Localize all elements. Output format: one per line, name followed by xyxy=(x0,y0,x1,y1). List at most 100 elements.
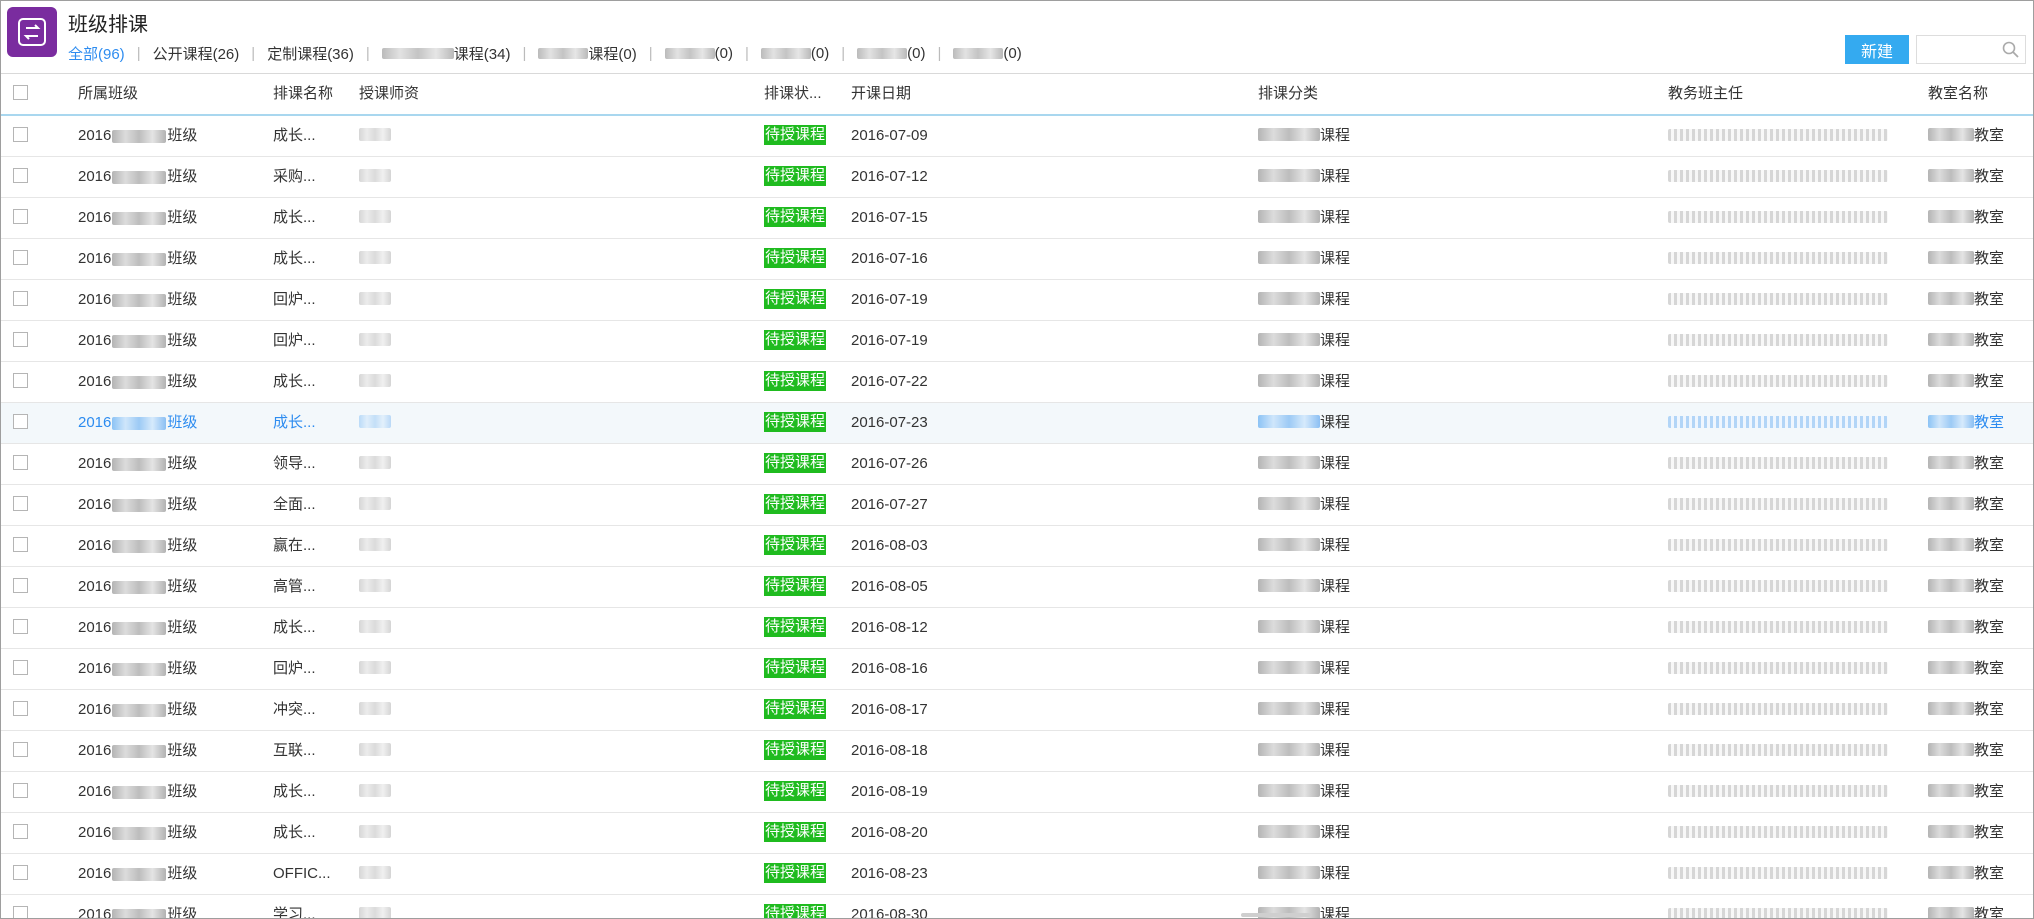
row-checkbox[interactable] xyxy=(13,660,28,676)
filter-tab-6[interactable]: (0) xyxy=(760,45,829,62)
row-checkbox[interactable] xyxy=(13,783,28,799)
course-name-cell[interactable]: OFFIC... xyxy=(273,854,353,894)
room-suffix: 教室 xyxy=(1974,332,2005,349)
course-name-cell[interactable]: 成长... xyxy=(273,403,353,443)
row-checkbox[interactable] xyxy=(13,168,28,184)
table-row[interactable]: 2016 班级 成长... 待授课程 2016-07-15 课程 教室 xyxy=(1,198,2033,239)
row-checkbox[interactable] xyxy=(13,701,28,717)
masked-head-teacher xyxy=(1668,866,1888,879)
table-row[interactable]: 2016 班级 赢在... 待授课程 2016-08-03 课程 教室 xyxy=(1,526,2033,567)
head-teacher-cell xyxy=(1668,485,1888,525)
filter-tab-5[interactable]: (0) xyxy=(664,45,733,62)
table-row[interactable]: 2016 班级 回炉... 待授课程 2016-08-16 课程 教室 xyxy=(1,649,2033,690)
row-checkbox[interactable] xyxy=(13,496,28,512)
horizontal-scrollbar-thumb[interactable] xyxy=(1241,913,1311,917)
status-cell: 待授课程 xyxy=(764,116,844,156)
column-header-head-teacher[interactable]: 教务班主任 xyxy=(1668,74,1888,114)
table-row[interactable]: 2016 班级 成长... 待授课程 2016-08-12 课程 教室 xyxy=(1,608,2033,649)
table-row[interactable]: 2016 班级 冲突... 待授课程 2016-08-17 课程 教室 xyxy=(1,690,2033,731)
row-checkbox[interactable] xyxy=(13,332,28,348)
column-header-name[interactable]: 排课名称 xyxy=(273,74,353,114)
category-suffix: 课程 xyxy=(1320,332,1351,349)
filter-tab-1[interactable]: 公开课程(26) xyxy=(153,43,240,64)
table-row[interactable]: 2016 班级 成长... 待授课程 2016-07-09 课程 教室 xyxy=(1,116,2033,157)
row-checkbox[interactable] xyxy=(13,906,28,918)
masked-head-teacher xyxy=(1668,702,1888,715)
select-all-checkbox[interactable] xyxy=(13,85,28,101)
course-name-cell[interactable]: 互联... xyxy=(273,731,353,771)
row-checkbox[interactable] xyxy=(13,455,28,471)
table-row[interactable]: 2016 班级 回炉... 待授课程 2016-07-19 课程 教室 xyxy=(1,321,2033,362)
table-row[interactable]: 2016 班级 高管... 待授课程 2016-08-05 课程 教室 xyxy=(1,567,2033,608)
table-row[interactable]: 2016 班级 成长... 待授课程 2016-08-20 课程 教室 xyxy=(1,813,2033,854)
new-button[interactable]: 新建 xyxy=(1845,35,1909,64)
course-name-cell[interactable]: 高管... xyxy=(273,567,353,607)
filter-tab-7[interactable]: (0) xyxy=(857,45,925,62)
row-checkbox[interactable] xyxy=(13,824,28,840)
masked-class-name xyxy=(112,334,167,348)
masked-head-teacher xyxy=(1668,292,1888,305)
table-row[interactable]: 2016 班级 成长... 待授课程 2016-08-19 课程 教室 xyxy=(1,772,2033,813)
column-header-class[interactable]: 所属班级 xyxy=(78,74,268,114)
row-checkbox[interactable] xyxy=(13,414,28,430)
course-name-cell[interactable]: 冲突... xyxy=(273,690,353,730)
search-input[interactable] xyxy=(1917,36,2007,61)
filter-tab-0[interactable]: 全部(96) xyxy=(68,43,125,64)
row-checkbox[interactable] xyxy=(13,373,28,389)
row-checkbox[interactable] xyxy=(13,127,28,143)
row-checkbox[interactable] xyxy=(13,537,28,553)
table-row[interactable]: 2016 班级 学习... 待授课程 2016-08-30 课程 教室 xyxy=(1,895,2033,918)
course-name-cell[interactable]: 成长... xyxy=(273,608,353,648)
course-name-cell[interactable]: 成长... xyxy=(273,116,353,156)
class-prefix: 2016 xyxy=(78,578,112,595)
row-checkbox[interactable] xyxy=(13,209,28,225)
course-name-cell[interactable]: 赢在... xyxy=(273,526,353,566)
row-select-cell xyxy=(13,198,35,238)
class-prefix: 2016 xyxy=(78,619,112,636)
row-checkbox[interactable] xyxy=(13,619,28,635)
table-row[interactable]: 2016 班级 成长... 待授课程 2016-07-23 课程 教室 xyxy=(1,403,2033,444)
course-name-cell[interactable]: 回炉... xyxy=(273,280,353,320)
table-row[interactable]: 2016 班级 互联... 待授课程 2016-08-18 课程 教室 xyxy=(1,731,2033,772)
course-name-cell[interactable]: 成长... xyxy=(273,239,353,279)
filter-tab-3[interactable]: 课程(34) xyxy=(381,43,510,64)
filter-tab-8[interactable]: (0) xyxy=(953,45,1022,62)
row-checkbox[interactable] xyxy=(13,865,28,881)
course-name-cell[interactable]: 回炉... xyxy=(273,649,353,689)
course-name-cell[interactable]: 成长... xyxy=(273,362,353,402)
course-name-cell[interactable]: 成长... xyxy=(273,813,353,853)
column-header-status[interactable]: 排课状... xyxy=(764,74,844,114)
status-badge: 待授课程 xyxy=(764,862,827,883)
row-checkbox[interactable] xyxy=(13,250,28,266)
table-row[interactable]: 2016 班级 成长... 待授课程 2016-07-16 课程 教室 xyxy=(1,239,2033,280)
column-header-category[interactable]: 排课分类 xyxy=(1258,74,1458,114)
table-row[interactable]: 2016 班级 全面... 待授课程 2016-07-27 课程 教室 xyxy=(1,485,2033,526)
filter-tab-2[interactable]: 定制课程(36) xyxy=(267,43,354,64)
filter-tab-4[interactable]: 课程(0) xyxy=(538,43,637,64)
row-checkbox[interactable] xyxy=(13,578,28,594)
masked-class-name xyxy=(112,826,167,840)
course-name-cell[interactable]: 全面... xyxy=(273,485,353,525)
class-cell: 2016 班级 xyxy=(78,116,268,156)
table-row[interactable]: 2016 班级 领导... 待授课程 2016-07-26 课程 教室 xyxy=(1,444,2033,485)
course-name-cell[interactable]: 成长... xyxy=(273,198,353,238)
status-cell: 待授课程 xyxy=(764,895,844,918)
column-header-room[interactable]: 教室名称 xyxy=(1928,74,2028,114)
table-row[interactable]: 2016 班级 采购... 待授课程 2016-07-12 课程 教室 xyxy=(1,157,2033,198)
row-checkbox[interactable] xyxy=(13,742,28,758)
column-header-date[interactable]: 开课日期 xyxy=(851,74,1051,114)
table-row[interactable]: 2016 班级 OFFIC... 待授课程 2016-08-23 课程 教室 xyxy=(1,854,2033,895)
course-name-cell[interactable]: 领导... xyxy=(273,444,353,484)
course-name-cell[interactable]: 回炉... xyxy=(273,321,353,361)
table-row[interactable]: 2016 班级 成长... 待授课程 2016-07-22 课程 教室 xyxy=(1,362,2033,403)
search-icon[interactable] xyxy=(2002,41,2019,58)
course-name-cell[interactable]: 成长... xyxy=(273,772,353,812)
course-name-cell[interactable]: 采购... xyxy=(273,157,353,197)
row-checkbox[interactable] xyxy=(13,291,28,307)
course-name-cell[interactable]: 学习... xyxy=(273,895,353,918)
masked-room xyxy=(1928,661,1974,675)
start-date-cell: 2016-08-17 xyxy=(851,701,928,718)
table-row[interactable]: 2016 班级 回炉... 待授课程 2016-07-19 课程 教室 xyxy=(1,280,2033,321)
column-header-teacher[interactable]: 授课师资 xyxy=(359,74,449,114)
masked-head-teacher xyxy=(1668,538,1888,551)
